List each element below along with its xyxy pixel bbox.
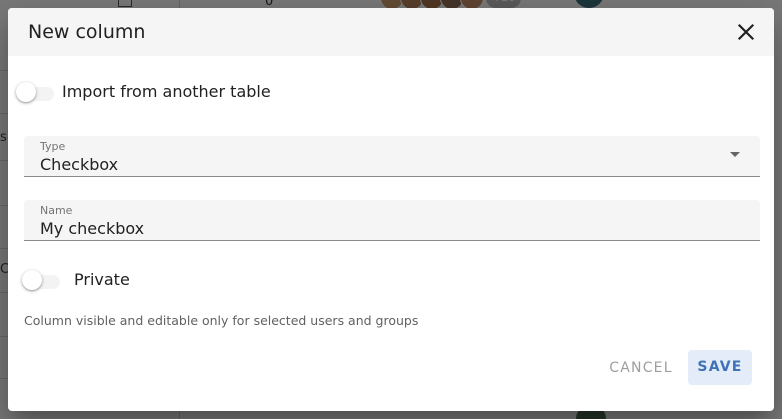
import-toggle-thumb: [16, 82, 36, 102]
name-field[interactable]: Name My checkbox: [24, 200, 760, 241]
name-field-label: Name: [40, 204, 73, 217]
private-toggle[interactable]: [22, 268, 62, 292]
name-field-value[interactable]: My checkbox: [40, 219, 144, 238]
dialog-title: New column: [28, 21, 146, 43]
close-icon: [737, 23, 755, 41]
import-toggle[interactable]: [16, 80, 56, 104]
private-helper-text: Column visible and editable only for sel…: [24, 313, 419, 328]
type-select[interactable]: Type Checkbox: [24, 136, 760, 177]
new-column-dialog: New column Import from another table Typ…: [8, 8, 774, 411]
arrow-drop-down-icon: [730, 152, 740, 157]
import-toggle-label: Import from another table: [62, 82, 271, 101]
private-toggle-label: Private: [74, 270, 130, 289]
save-button[interactable]: SAVE: [688, 350, 752, 385]
private-toggle-thumb: [22, 270, 42, 290]
cancel-button[interactable]: CANCEL: [604, 351, 678, 386]
dialog-header: New column: [8, 8, 774, 56]
close-button[interactable]: [734, 20, 758, 44]
type-select-value: Checkbox: [40, 155, 119, 174]
type-select-label: Type: [40, 140, 66, 153]
